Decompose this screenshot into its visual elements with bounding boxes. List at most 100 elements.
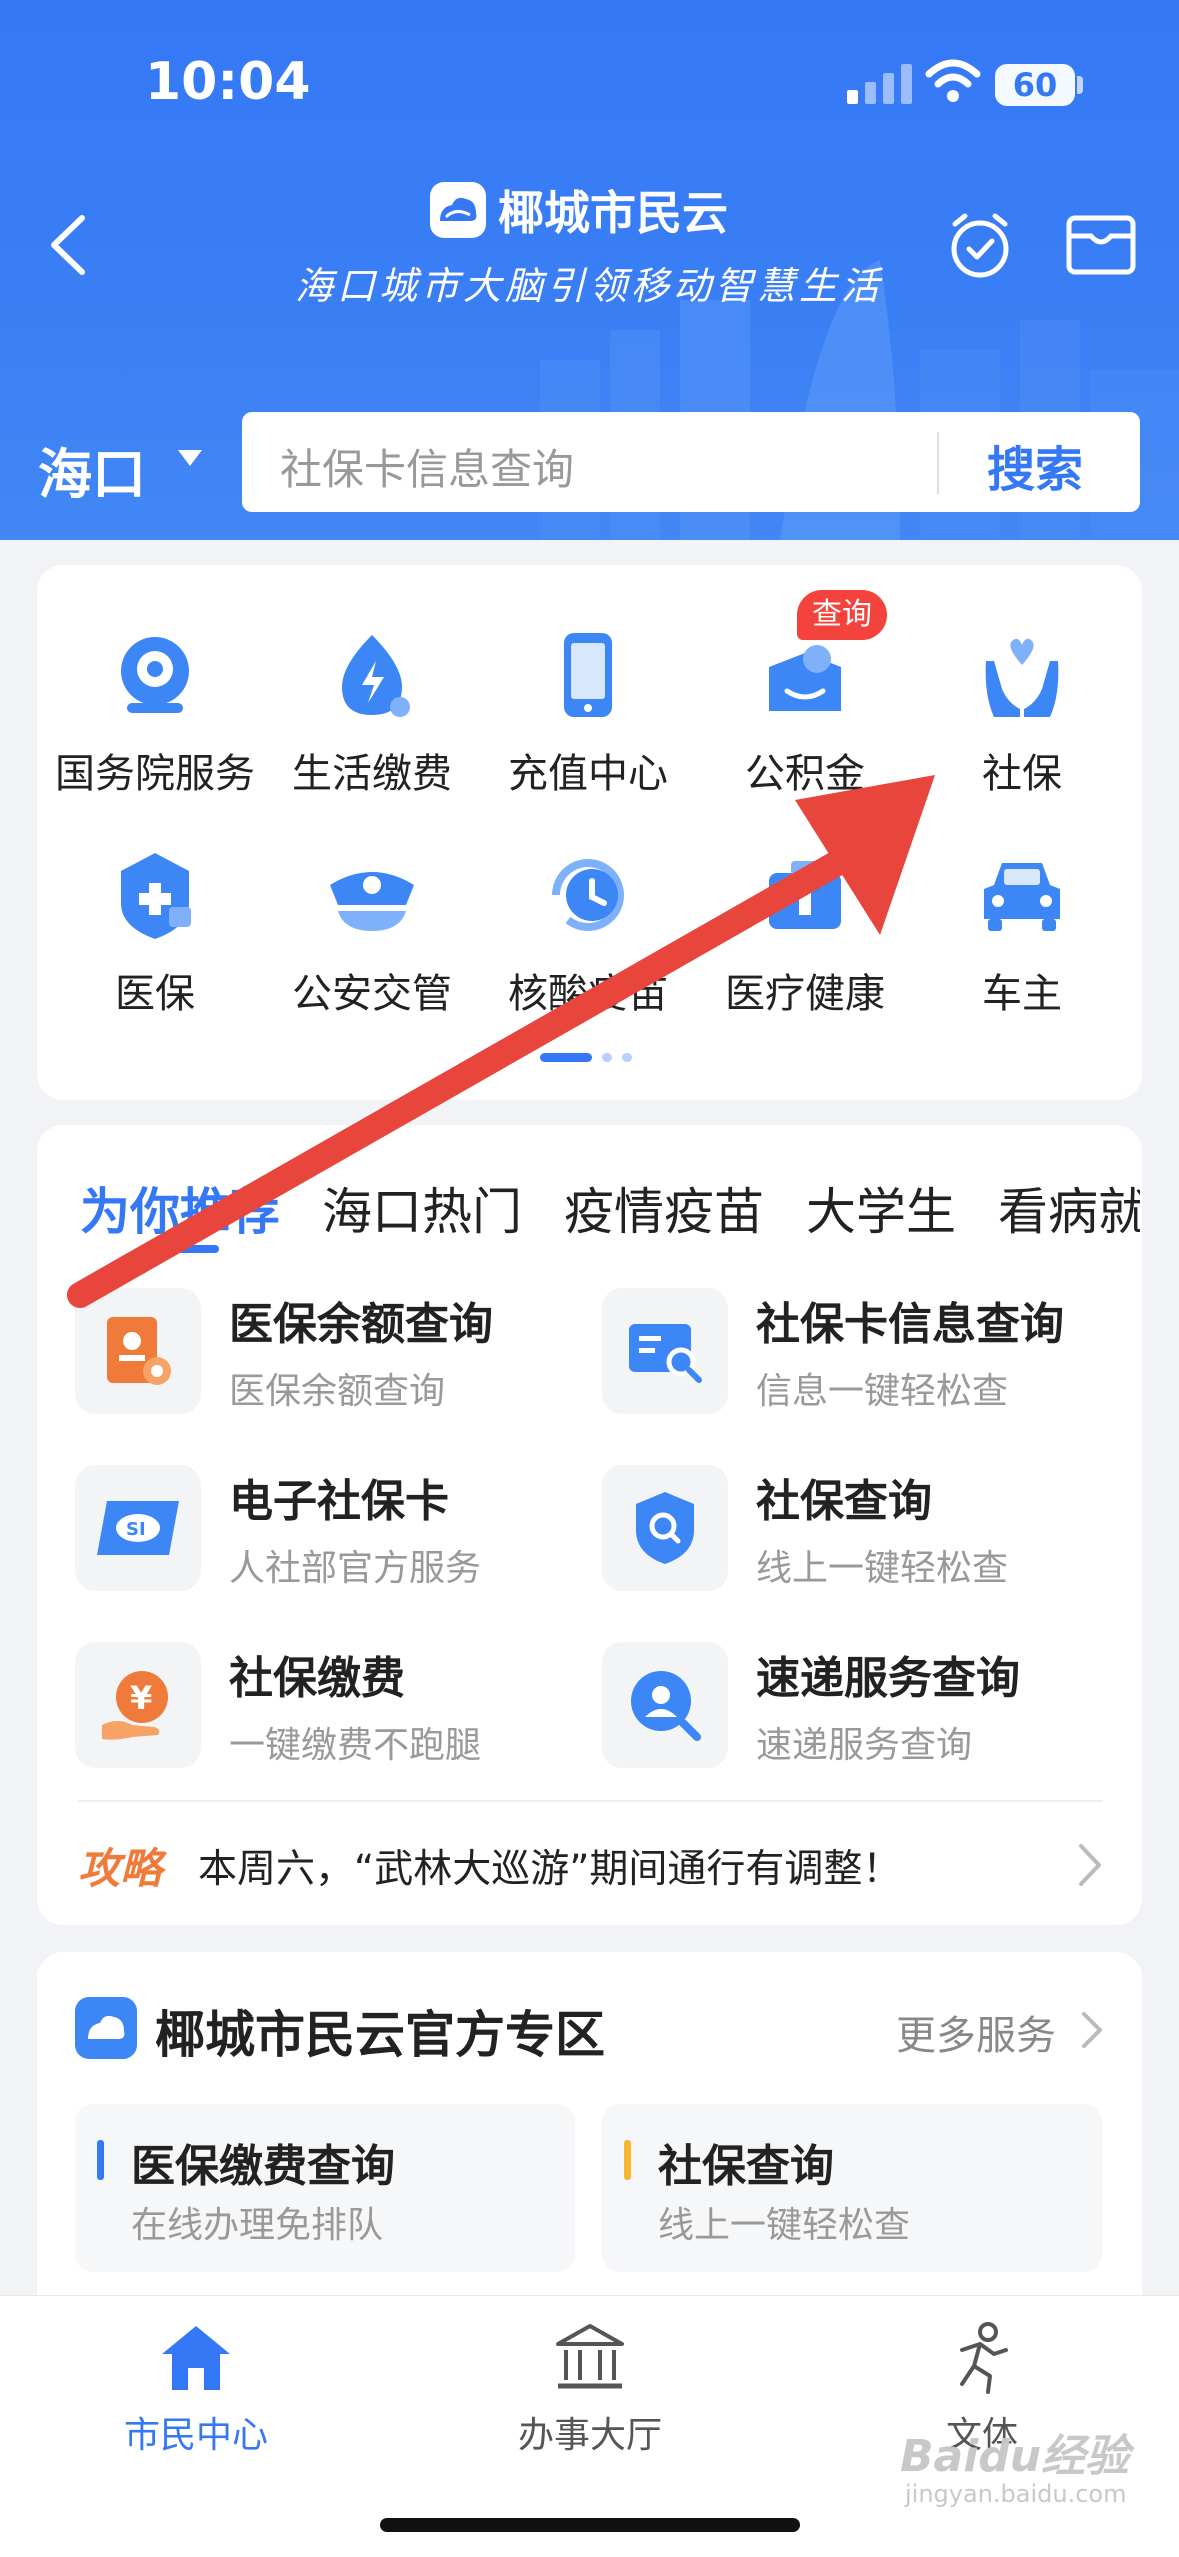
nav-citizen-center[interactable]: 市民中心 (76, 2320, 316, 2458)
service-title: 社保查询 (756, 1476, 932, 1527)
grid-item-state-council[interactable]: 国务院服务 (45, 625, 265, 799)
guide-tag: 攻略 (78, 1844, 163, 1893)
card-wallet-icon[interactable] (1065, 212, 1137, 278)
grid-label: 国务院服务 (55, 751, 255, 797)
service-subtitle: 线上一键轻松查 (756, 1548, 1009, 1589)
e-social-card-icon: SI (75, 1465, 201, 1591)
user-search-icon (602, 1642, 728, 1768)
alarm-clock-icon[interactable] (945, 210, 1015, 280)
grid-item-utilities[interactable]: 生活缴费 (262, 625, 482, 799)
tab-see-doctor[interactable]: 看病就 (998, 1172, 1140, 1244)
service-subtitle: 信息一键轻松查 (756, 1371, 1009, 1412)
state-council-icon (121, 637, 189, 713)
service-express-query[interactable]: 速递服务查询 速递服务查询 (602, 1642, 1020, 1768)
search-button[interactable]: 搜索 (987, 430, 1083, 500)
grid-item-social-security[interactable]: 社保 (912, 625, 1132, 799)
tab-for-you[interactable]: 为你推荐 (80, 1172, 280, 1244)
page-dot-active (540, 1053, 592, 1062)
search-bar[interactable]: 社保卡信息查询 搜索 (242, 412, 1140, 512)
service-social-payment[interactable]: ¥ 社保缴费一键缴费不跑腿 (75, 1642, 481, 1768)
search-divider (937, 432, 939, 494)
official-zone-title: 椰城市民云官方专区 (155, 2006, 605, 2064)
service-title: 电子社保卡 (229, 1476, 449, 1527)
status-time: 10:04 (145, 52, 311, 112)
search-input[interactable]: 社保卡信息查询 (280, 436, 574, 497)
official-item-title: 医保缴费查询 (131, 2141, 395, 2192)
medical-case-icon (769, 861, 841, 929)
recommend-tabs: 为你推荐 海口热门 疫情疫苗 大学生 看病就 (80, 1172, 1140, 1244)
query-badge: 查询 (797, 590, 887, 640)
card-search-icon (602, 1288, 728, 1414)
medical-shield-icon (121, 853, 191, 939)
cellular-signal-icon (847, 64, 912, 104)
nav-label: 市民中心 (123, 2415, 268, 2456)
chevron-right-icon[interactable] (1075, 1840, 1105, 1890)
service-title: 社保卡信息查询 (756, 1299, 1064, 1350)
service-subtitle: 一键缴费不跑腿 (229, 1725, 482, 1766)
watermark-url: jingyan.baidu.com (905, 2480, 1127, 2508)
phone-icon (564, 633, 612, 717)
page-indicator (540, 1053, 632, 1062)
service-subtitle: 医保余额查询 (229, 1371, 446, 1412)
service-e-social-card[interactable]: SI 电子社保卡人社部官方服务 (75, 1465, 481, 1591)
grid-label: 车主 (982, 971, 1062, 1017)
grid-item-car-owner[interactable]: 车主 (912, 845, 1132, 1019)
grid-item-recharge[interactable]: 充值中心 (478, 625, 698, 799)
lightning-drop-icon (342, 635, 410, 717)
svg-text:SI: SI (126, 1519, 146, 1540)
city-selector[interactable]: 海口 (38, 430, 146, 509)
app-name: 椰城市民云 (498, 186, 728, 240)
grid-label: 公安交管 (292, 971, 452, 1017)
home-indicator[interactable] (380, 2518, 800, 2532)
service-card-info-query[interactable]: 社保卡信息查询信息一键轻松查 (602, 1288, 1064, 1414)
running-person-icon (960, 2322, 1008, 2394)
battery-tip (1077, 76, 1083, 94)
accent-bar (97, 2140, 104, 2180)
grid-item-medical-insurance[interactable]: 医保 (45, 845, 265, 1019)
grid-item-nucleic-vaccine[interactable]: 核酸疫苗 (478, 845, 698, 1019)
official-item-medical-payment[interactable]: 医保缴费查询 在线办理免排队 (75, 2104, 575, 2272)
nav-label: 办事大厅 (517, 2415, 662, 2456)
grid-label: 社保 (982, 751, 1062, 797)
accent-bar (624, 2140, 631, 2180)
service-medical-balance[interactable]: 医保余额查询 医保余额查询 (75, 1288, 493, 1414)
watermark-brand: Baidu经验 (900, 2431, 1130, 2482)
official-item-subtitle: 线上一键轻松查 (658, 2205, 911, 2246)
battery-indicator: 60 (995, 64, 1075, 106)
tab-epidemic-vaccine[interactable]: 疫情疫苗 (564, 1172, 764, 1244)
tab-haikou-hot[interactable]: 海口热门 (322, 1172, 522, 1244)
police-cap-icon (330, 872, 414, 931)
grid-item-medical-health[interactable]: 医疗健康 (695, 845, 915, 1019)
official-item-social-query[interactable]: 社保查询 线上一键轻松查 (602, 2104, 1102, 2272)
app-brand: 椰城市民云 (430, 180, 728, 240)
app-logo-icon (430, 182, 486, 238)
service-title: 医保余额查询 (229, 1299, 493, 1350)
official-item-title: 社保查询 (658, 2141, 834, 2192)
more-services-link[interactable]: 更多服务 (896, 2003, 1056, 2061)
slogan: 海口城市大脑引领移动智慧生活 (295, 264, 884, 308)
grid-item-traffic-police[interactable]: 公安交管 (262, 845, 482, 1019)
yuan-hand-icon: ¥ (75, 1642, 201, 1768)
bank-building-icon (556, 2324, 624, 2389)
service-subtitle: 人社部官方服务 (229, 1548, 482, 1589)
clock-refresh-icon (552, 859, 624, 931)
app-logo-icon (75, 1997, 137, 2059)
housing-fund-icon (769, 645, 841, 711)
tab-college-student[interactable]: 大学生 (806, 1172, 956, 1244)
chevron-right-icon[interactable] (1080, 2008, 1104, 2052)
service-social-query[interactable]: 社保查询线上一键轻松查 (602, 1465, 1008, 1591)
official-item-subtitle: 在线办理免排队 (131, 2205, 384, 2246)
back-button[interactable] (40, 210, 100, 280)
divider (78, 1800, 1103, 1802)
grid-label: 公积金 (745, 751, 865, 797)
car-icon (984, 863, 1060, 931)
hands-heart-icon (985, 638, 1059, 717)
caret-down-icon[interactable] (178, 450, 202, 466)
nav-service-hall[interactable]: 办事大厅 (470, 2320, 710, 2458)
service-title: 社保缴费 (229, 1653, 405, 1704)
home-icon (162, 2326, 230, 2390)
guide-notice[interactable]: 本周六，“武林大巡游”期间通行有调整！ (198, 1838, 901, 1894)
page-dot (622, 1053, 632, 1062)
grid-item-housing-fund[interactable]: 公积金 (695, 625, 915, 799)
service-title: 速递服务查询 (756, 1653, 1020, 1704)
